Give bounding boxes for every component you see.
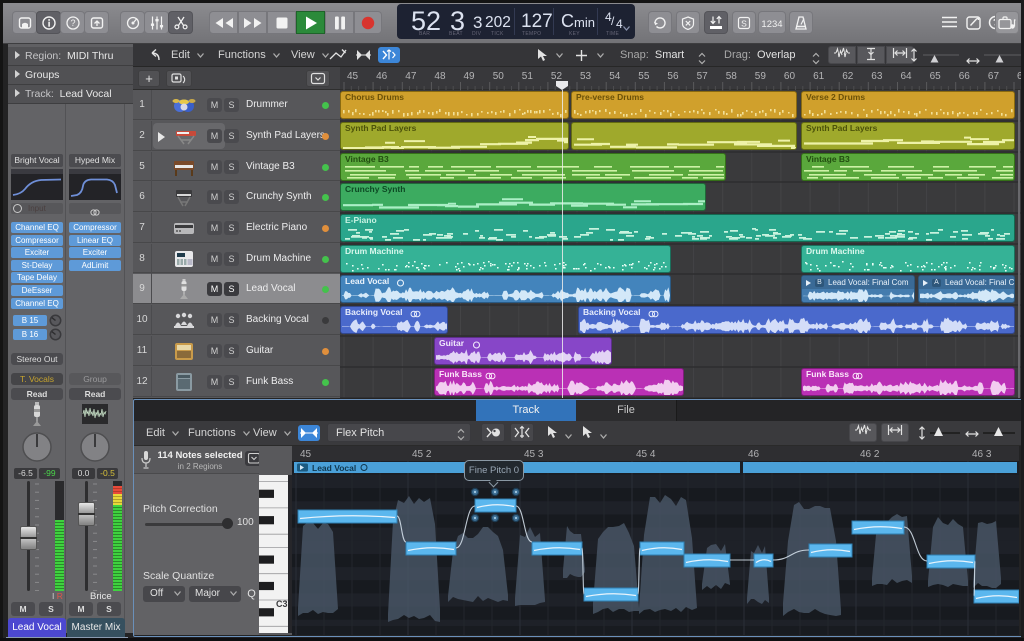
svg-text:54: 54 (609, 71, 621, 82)
svg-text:46 3: 46 3 (972, 449, 992, 460)
svg-text:65: 65 (930, 71, 942, 82)
svg-text:1234: 1234 (761, 19, 782, 29)
svg-text:57: 57 (697, 71, 709, 82)
svg-text:55: 55 (638, 71, 650, 82)
svg-text:67: 67 (988, 71, 1000, 82)
svg-text:58: 58 (726, 71, 738, 82)
svg-text:47: 47 (405, 71, 417, 82)
svg-text:51: 51 (522, 71, 534, 82)
svg-text:56: 56 (667, 71, 679, 82)
svg-text:53: 53 (580, 71, 592, 82)
svg-text:45: 45 (300, 449, 312, 460)
svg-text:62: 62 (842, 71, 854, 82)
svg-text:45: 45 (347, 71, 359, 82)
svg-text:48: 48 (434, 71, 446, 82)
svg-text:61: 61 (813, 71, 825, 82)
svg-text:46 2: 46 2 (860, 449, 880, 460)
svg-text:52: 52 (551, 71, 563, 82)
svg-text:60: 60 (784, 71, 796, 82)
svg-text:64: 64 (901, 71, 913, 82)
svg-text:45 4: 45 4 (636, 449, 656, 460)
svg-text:46: 46 (376, 71, 388, 82)
svg-text:49: 49 (464, 71, 476, 82)
svg-text:66: 66 (959, 71, 971, 82)
svg-text:63: 63 (871, 71, 883, 82)
svg-text:45 3: 45 3 (524, 449, 544, 460)
svg-text:50: 50 (493, 71, 505, 82)
svg-text:59: 59 (755, 71, 767, 82)
svg-text:46: 46 (748, 449, 760, 460)
svg-text:45 2: 45 2 (412, 449, 432, 460)
svg-text:?: ? (70, 18, 75, 28)
svg-text:Lead Vocal: Lead Vocal (312, 463, 356, 473)
svg-text:S: S (741, 18, 747, 28)
svg-text:C3: C3 (276, 599, 288, 609)
